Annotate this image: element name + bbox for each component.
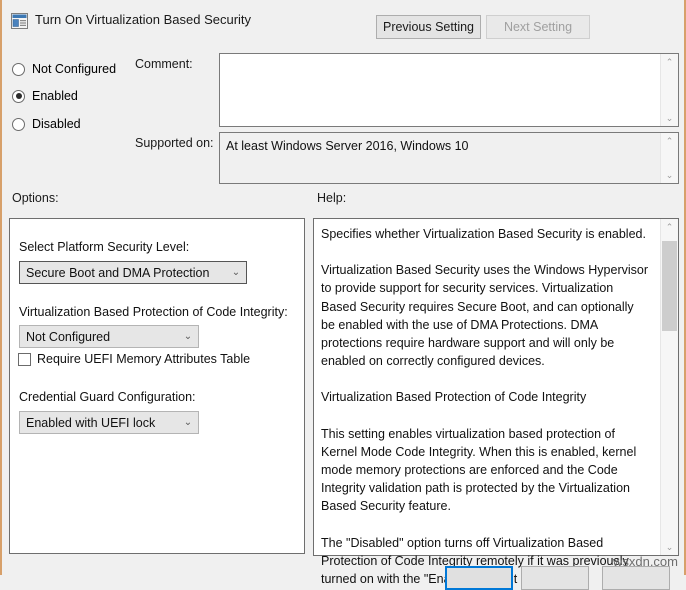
supported-on-scrollbar[interactable]: ⌃ ⌄ xyxy=(660,133,678,183)
uefi-memory-attributes-label: Require UEFI Memory Attributes Table xyxy=(37,352,250,366)
help-panel: Specifies whether Virtualization Based S… xyxy=(313,218,679,556)
credential-guard-label: Credential Guard Configuration: xyxy=(19,390,196,404)
scroll-down-icon[interactable]: ⌄ xyxy=(661,167,678,183)
supported-on-value: At least Windows Server 2016, Windows 10 xyxy=(226,138,656,154)
ok-button[interactable] xyxy=(445,566,513,590)
page-title: Turn On Virtualization Based Security xyxy=(35,12,251,27)
policy-setting-icon xyxy=(11,13,28,29)
radio-not-configured[interactable]: Not Configured xyxy=(12,60,116,78)
platform-security-level-dropdown[interactable]: Secure Boot and DMA Protection ⌄ xyxy=(19,261,247,284)
credential-guard-dropdown[interactable]: Enabled with UEFI lock ⌄ xyxy=(19,411,199,434)
platform-security-level-value: Secure Boot and DMA Protection xyxy=(20,266,226,280)
next-setting-button: Next Setting xyxy=(486,15,590,39)
cancel-button[interactable] xyxy=(521,566,589,590)
previous-setting-button[interactable]: Previous Setting xyxy=(376,15,481,39)
checkbox-mark-uefi-memory-attributes xyxy=(18,353,31,366)
supported-on-label: Supported on: xyxy=(135,136,214,150)
supported-on-box: At least Windows Server 2016, Windows 10… xyxy=(219,132,679,184)
platform-security-level-label: Select Platform Security Level: xyxy=(19,240,189,254)
radio-mark-not-configured xyxy=(12,63,25,76)
radio-enabled[interactable]: Enabled xyxy=(12,87,78,105)
help-scrollbar-thumb[interactable] xyxy=(662,241,677,331)
radio-mark-disabled xyxy=(12,118,25,131)
code-integrity-dropdown[interactable]: Not Configured ⌄ xyxy=(19,325,199,348)
scroll-up-icon[interactable]: ⌃ xyxy=(661,219,678,235)
chevron-down-icon: ⌄ xyxy=(226,268,246,278)
scroll-down-icon[interactable]: ⌄ xyxy=(661,110,678,126)
radio-mark-enabled xyxy=(12,90,25,103)
scroll-up-icon[interactable]: ⌃ xyxy=(661,133,678,149)
code-integrity-label: Virtualization Based Protection of Code … xyxy=(19,305,288,319)
chevron-down-icon: ⌄ xyxy=(178,418,198,428)
credential-guard-value: Enabled with UEFI lock xyxy=(20,416,178,430)
options-section-label: Options: xyxy=(12,191,59,205)
titlebar: Turn On Virtualization Based Security Pr… xyxy=(2,0,684,40)
options-panel: Select Platform Security Level: Secure B… xyxy=(9,218,305,554)
radio-disabled[interactable]: Disabled xyxy=(12,115,81,133)
help-paragraph: Virtualization Based Security uses the W… xyxy=(321,261,651,370)
comment-label: Comment: xyxy=(135,57,193,71)
apply-button[interactable] xyxy=(602,566,670,590)
help-scrollbar[interactable]: ⌃ ⌄ xyxy=(660,219,678,555)
comment-textarea[interactable]: ⌃ ⌄ xyxy=(219,53,679,127)
radio-label-enabled: Enabled xyxy=(32,89,78,103)
chevron-down-icon: ⌄ xyxy=(178,332,198,342)
watermark: wsxdn.com xyxy=(613,554,678,569)
help-section-label: Help: xyxy=(317,191,346,205)
help-paragraph: Specifies whether Virtualization Based S… xyxy=(321,225,651,243)
help-text: Specifies whether Virtualization Based S… xyxy=(321,225,651,588)
comment-scrollbar[interactable]: ⌃ ⌄ xyxy=(660,54,678,126)
scroll-down-icon[interactable]: ⌄ xyxy=(661,539,678,555)
help-paragraph: This setting enables virtualization base… xyxy=(321,425,651,516)
uefi-memory-attributes-checkbox[interactable]: Require UEFI Memory Attributes Table xyxy=(18,352,250,366)
help-paragraph: Virtualization Based Protection of Code … xyxy=(321,388,651,406)
group-policy-setting-window: Turn On Virtualization Based Security Pr… xyxy=(0,0,686,575)
scroll-up-icon[interactable]: ⌃ xyxy=(661,54,678,70)
radio-label-disabled: Disabled xyxy=(32,117,81,131)
radio-label-not-configured: Not Configured xyxy=(32,62,116,76)
code-integrity-value: Not Configured xyxy=(20,330,178,344)
